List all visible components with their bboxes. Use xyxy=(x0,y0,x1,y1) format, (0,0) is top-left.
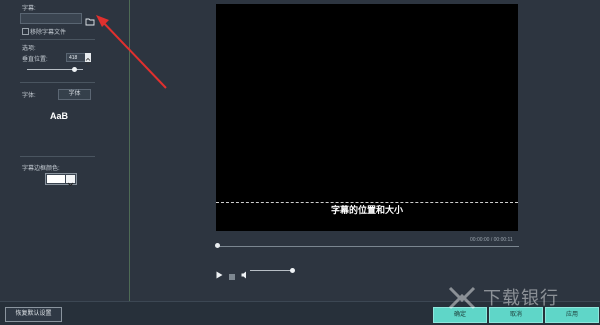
border-color-dropdown[interactable] xyxy=(45,173,77,187)
separator xyxy=(20,39,95,40)
font-preview: AaB xyxy=(50,111,69,121)
chevron-down-icon xyxy=(67,182,74,187)
separator xyxy=(20,156,95,157)
play-button[interactable] xyxy=(216,266,223,284)
play-icon xyxy=(216,271,223,279)
volume-slider-knob[interactable] xyxy=(289,268,295,273)
border-color-dropdown-arrow[interactable] xyxy=(66,175,75,187)
reset-defaults-button[interactable]: 恢复默认设置 xyxy=(5,307,62,322)
border-color-swatch xyxy=(47,175,65,183)
progress-bar[interactable] xyxy=(216,246,519,247)
font-button[interactable]: 字体 xyxy=(58,89,91,100)
vertical-position-label: 垂直位置: xyxy=(22,57,48,63)
subtitle-preview-text: 字幕的位置和大小 xyxy=(330,206,403,216)
volume-button[interactable] xyxy=(241,266,249,284)
border-color-label: 字幕边框颜色: xyxy=(22,166,60,172)
remove-subtitle-label: 移除字幕文件 xyxy=(30,30,67,36)
annotation-arrow-icon xyxy=(96,15,167,89)
remove-subtitle-checkbox[interactable] xyxy=(22,28,29,35)
watermark-text: 下载银行 xyxy=(483,288,559,309)
subtitle-path-input[interactable] xyxy=(20,13,82,24)
subtitle-label: 字幕: xyxy=(22,6,36,12)
playback-time: 00:00:00 / 00:00:11 xyxy=(470,237,513,243)
stop-icon xyxy=(229,274,235,280)
speaker-icon xyxy=(241,271,246,279)
separator xyxy=(20,82,95,83)
watermark-logo-icon xyxy=(448,286,476,310)
font-label: 字体: xyxy=(22,93,36,99)
vertical-position-value: 418 xyxy=(69,55,78,61)
stop-button[interactable] xyxy=(229,267,235,285)
volume-slider[interactable] xyxy=(250,270,292,271)
progress-knob[interactable] xyxy=(215,243,220,248)
options-label: 选项: xyxy=(22,46,36,52)
video-preview xyxy=(216,4,518,231)
